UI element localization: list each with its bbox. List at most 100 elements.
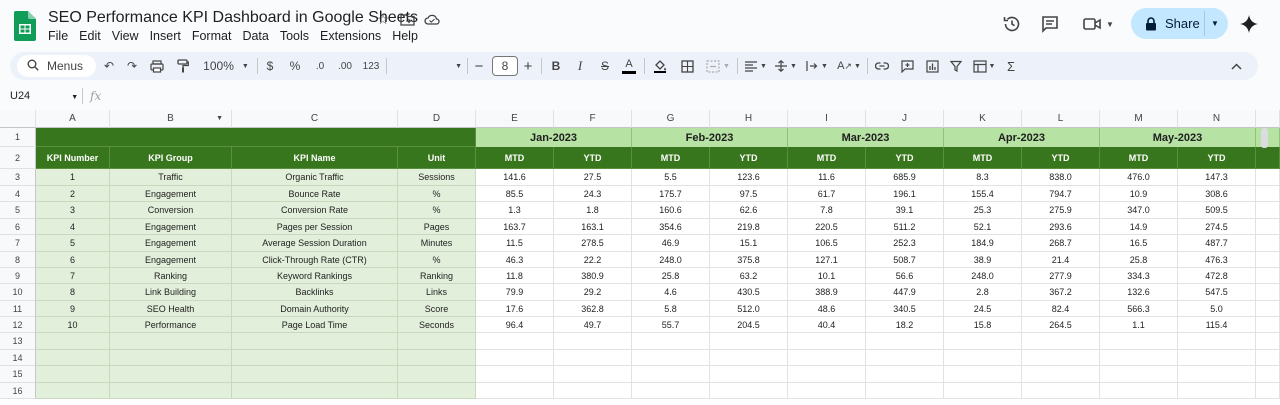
empty-cell[interactable] (944, 366, 1022, 383)
data-cell[interactable]: 277.9 (1022, 268, 1100, 284)
data-cell[interactable]: 48.6 (788, 301, 866, 317)
data-cell[interactable]: 56.6 (866, 268, 944, 284)
data-cell[interactable]: 5.8 (632, 301, 710, 317)
empty-cell[interactable] (632, 383, 710, 399)
data-cell[interactable]: 184.9 (944, 235, 1022, 252)
data-cell[interactable]: 25.8 (1100, 252, 1178, 268)
ytd-header[interactable]: YTD (866, 147, 944, 169)
data-cell[interactable]: Minutes (398, 235, 476, 252)
data-cell[interactable]: 2 (36, 186, 110, 202)
column-header[interactable]: J (866, 110, 944, 128)
data-cell[interactable]: % (398, 252, 476, 268)
empty-cell[interactable] (1256, 383, 1280, 399)
data-cell[interactable]: 52.1 (944, 219, 1022, 235)
empty-cell[interactable] (866, 333, 944, 350)
empty-cell[interactable] (110, 350, 232, 366)
menu-help[interactable]: Help (387, 29, 424, 43)
empty-cell[interactable] (232, 350, 398, 366)
empty-cell[interactable] (1022, 366, 1100, 383)
data-cell[interactable]: 4 (36, 219, 110, 235)
collapse-toolbar-icon[interactable] (1228, 57, 1244, 75)
empty-cell[interactable] (232, 366, 398, 383)
data-cell[interactable]: Pages (398, 219, 476, 235)
data-cell[interactable]: 160.6 (632, 202, 710, 219)
data-cell[interactable]: Engagement (110, 235, 232, 252)
empty-cell[interactable] (232, 383, 398, 399)
data-cell[interactable]: 8 (36, 284, 110, 301)
row-header[interactable]: 8 (0, 252, 36, 268)
filter-views-icon[interactable]: ▼ (971, 57, 997, 75)
data-cell[interactable]: 46.3 (476, 252, 554, 268)
data-cell[interactable]: 5.5 (632, 169, 710, 186)
data-cell[interactable]: 127.1 (788, 252, 866, 268)
data-cell[interactable]: 24.5 (944, 301, 1022, 317)
column-filter-icon[interactable]: ▼ (216, 115, 223, 122)
title-band[interactable] (36, 128, 476, 147)
data-cell[interactable]: 141.6 (476, 169, 554, 186)
sub-header-overflow[interactable] (1256, 147, 1280, 169)
empty-cell[interactable] (1022, 333, 1100, 350)
empty-cell[interactable] (476, 333, 554, 350)
data-cell[interactable]: 15.1 (710, 235, 788, 252)
empty-cell[interactable] (1178, 333, 1256, 350)
text-wrapping-icon[interactable]: ▼ (805, 57, 829, 75)
ytd-header[interactable]: YTD (710, 147, 788, 169)
mtd-header[interactable]: MTD (944, 147, 1022, 169)
data-cell[interactable]: Click-Through Rate (CTR) (232, 252, 398, 268)
data-cell[interactable]: 6 (36, 252, 110, 268)
data-cell[interactable]: 264.5 (1022, 317, 1100, 333)
data-cell[interactable]: 61.7 (788, 186, 866, 202)
column-header[interactable]: B ▼ (110, 110, 232, 128)
more-formats-button[interactable]: 123 (362, 57, 380, 75)
empty-cell[interactable] (398, 366, 476, 383)
row-header[interactable]: 16 (0, 383, 36, 399)
data-cell[interactable]: 96.4 (476, 317, 554, 333)
data-cell[interactable]: 39.1 (866, 202, 944, 219)
print-icon[interactable] (148, 57, 166, 75)
data-cell[interactable]: 794.7 (1022, 186, 1100, 202)
data-cell[interactable]: Performance (110, 317, 232, 333)
empty-cell[interactable] (476, 383, 554, 399)
move-folder-icon[interactable] (398, 10, 416, 28)
data-cell[interactable]: 375.8 (710, 252, 788, 268)
data-cell[interactable]: 14.9 (1100, 219, 1178, 235)
data-cell[interactable]: 340.5 (866, 301, 944, 317)
empty-cell[interactable] (398, 350, 476, 366)
month-header[interactable]: Mar-2023 (788, 128, 944, 147)
zoom-select[interactable]: 100% ▼ (200, 57, 252, 75)
empty-cell[interactable] (398, 333, 476, 350)
data-cell[interactable]: 11.5 (476, 235, 554, 252)
data-cell[interactable]: 163.1 (554, 219, 632, 235)
empty-cell[interactable] (944, 350, 1022, 366)
empty-cell[interactable] (36, 383, 110, 399)
sheets-logo-icon[interactable] (14, 11, 36, 41)
data-cell[interactable]: 274.5 (1178, 219, 1256, 235)
data-cell[interactable] (1256, 317, 1280, 333)
empty-cell[interactable] (1256, 333, 1280, 350)
data-cell[interactable]: 308.6 (1178, 186, 1256, 202)
data-cell[interactable]: 85.5 (476, 186, 554, 202)
ytd-header[interactable]: YTD (1178, 147, 1256, 169)
data-cell[interactable]: 347.0 (1100, 202, 1178, 219)
empty-cell[interactable] (110, 333, 232, 350)
comments-icon[interactable] (1038, 12, 1062, 36)
data-cell[interactable]: 7.8 (788, 202, 866, 219)
data-cell[interactable]: Ranking (398, 268, 476, 284)
data-cell[interactable]: 97.5 (710, 186, 788, 202)
data-cell[interactable]: 512.0 (710, 301, 788, 317)
gemini-icon[interactable] (1237, 12, 1261, 36)
insert-link-icon[interactable] (873, 57, 891, 75)
empty-cell[interactable] (632, 366, 710, 383)
increase-decimal-button[interactable]: .00 (336, 57, 354, 75)
menu-data[interactable]: Data (237, 29, 274, 43)
text-rotation-icon[interactable]: A ↗ ▼ (836, 57, 862, 75)
data-cell[interactable]: 334.3 (1100, 268, 1178, 284)
column-header[interactable]: F (554, 110, 632, 128)
row-header[interactable]: 1 (0, 128, 36, 147)
vertical-scrollbar[interactable] (1261, 128, 1268, 148)
empty-cell[interactable] (788, 333, 866, 350)
data-cell[interactable]: 476.0 (1100, 169, 1178, 186)
data-cell[interactable]: 10 (36, 317, 110, 333)
mtd-header[interactable]: MTD (476, 147, 554, 169)
data-cell[interactable]: 155.4 (944, 186, 1022, 202)
